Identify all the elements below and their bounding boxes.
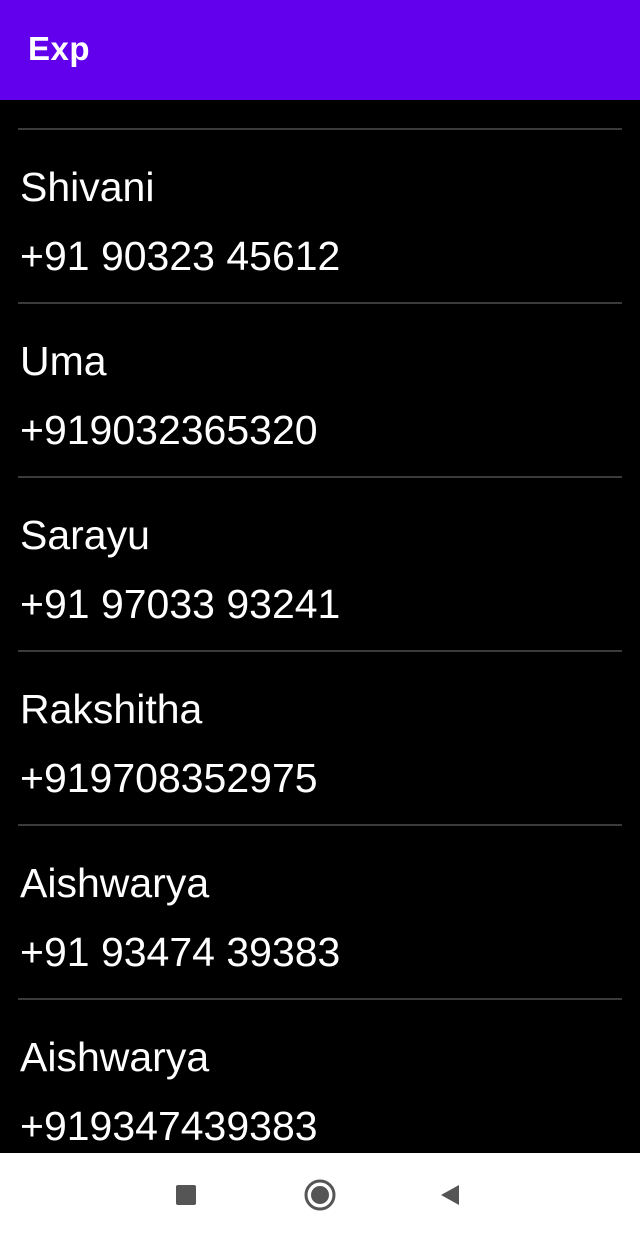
square-icon	[176, 1185, 196, 1205]
list-item[interactable]: Aishwarya +919347439383	[0, 999, 640, 1153]
list-item[interactable]: Aishwarya +91 93474 39383	[0, 825, 640, 999]
contact-name: Rakshitha	[20, 686, 203, 732]
contact-name: Aishwarya	[20, 1034, 210, 1080]
list-item[interactable]: Rakshitha +919708352975	[0, 651, 640, 825]
circle-home-icon	[304, 1179, 336, 1211]
contact-phone: +919708352975	[20, 755, 318, 801]
system-nav-bar	[0, 1153, 640, 1238]
contact-phone: +919032365320	[20, 407, 318, 453]
app-title: Exp	[28, 30, 91, 67]
app-screen: Exp Shivani +91 90323 45612 Uma +9190323…	[0, 0, 640, 1238]
contact-list[interactable]: Shivani +91 90323 45612 Uma +91903236532…	[0, 100, 640, 1153]
list-item[interactable]: Sarayu +91 97033 93241	[0, 477, 640, 651]
contact-phone: +91 90323 45612	[20, 233, 341, 279]
contact-phone: +91 93474 39383	[20, 929, 341, 975]
list-item[interactable]: Uma +919032365320	[0, 303, 640, 477]
contact-phone: +919347439383	[20, 1103, 318, 1149]
back-button[interactable]	[430, 1175, 470, 1215]
contact-name: Shivani	[20, 164, 155, 210]
contact-name: Uma	[20, 338, 107, 384]
list-item[interactable]: Shivani +91 90323 45612	[0, 129, 640, 303]
contact-phone: +91 97033 93241	[20, 581, 341, 627]
app-bar: Exp	[0, 0, 640, 100]
contact-name: Sarayu	[20, 512, 150, 558]
recents-button[interactable]	[166, 1175, 206, 1215]
home-button[interactable]	[300, 1175, 340, 1215]
triangle-back-icon	[441, 1185, 459, 1205]
contact-name: Aishwarya	[20, 860, 210, 906]
